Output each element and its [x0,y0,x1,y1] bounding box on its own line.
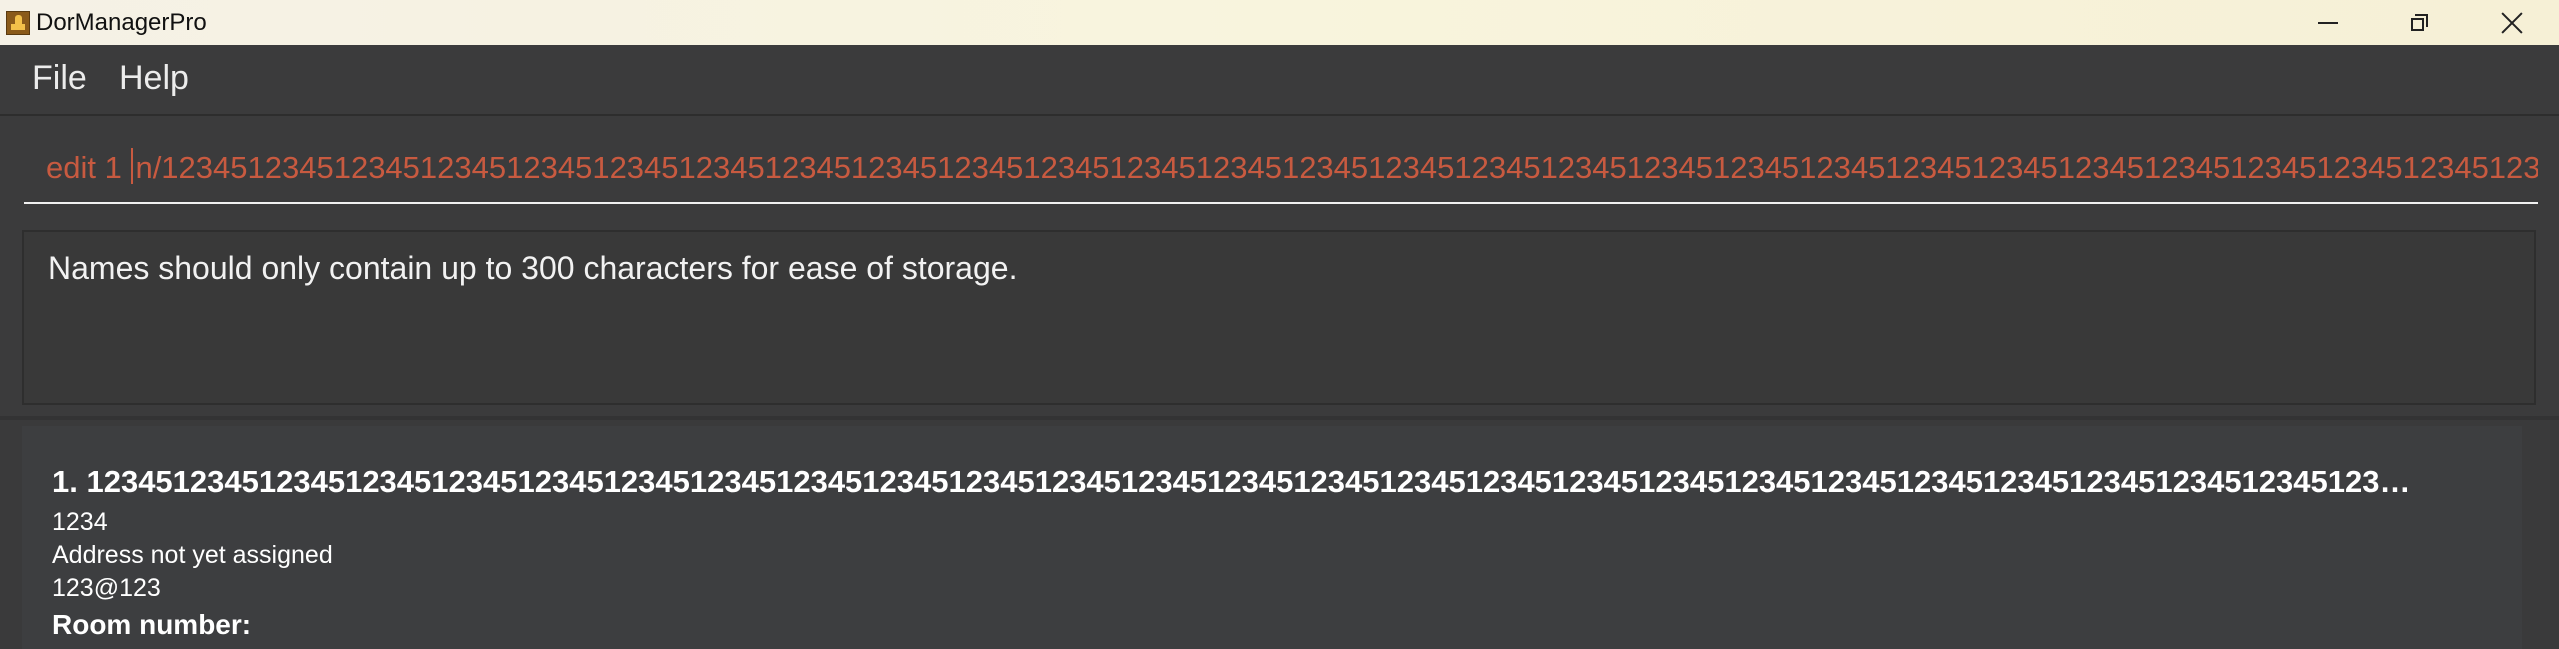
person-list-panel: 1. 1234512345123451234512345123451234512… [0,420,2559,649]
app-window: DorManagerPro File Help edit 1 n/1234512… [0,0,2559,649]
person-phone: 1234 [52,508,108,536]
result-display[interactable]: Names should only contain up to 300 char… [22,230,2536,405]
close-icon [2501,12,2523,34]
result-message: Names should only contain up to 300 char… [48,250,1018,286]
command-box-panel: edit 1 n/1234512345123451234512345123451… [0,116,2559,226]
menu-file[interactable]: File [32,59,87,98]
window-title: DorManagerPro [36,9,207,36]
person-name: 1. 1234512345123451234512345123451234512… [52,464,2411,499]
command-prefix: edit 1 [46,150,131,185]
command-text: edit 1 n/1234512345123451234512345123451… [46,148,2538,186]
title-bar: DorManagerPro [0,0,2559,45]
restore-icon [2411,13,2429,32]
minimize-icon [2318,21,2338,24]
person-address: Address not yet assigned [52,541,333,569]
text-caret [131,148,134,184]
command-input[interactable]: edit 1 n/1234512345123451234512345123451… [24,138,2538,204]
list-scroll-area [2525,426,2559,649]
restore-button[interactable] [2374,0,2466,45]
person-card[interactable]: 1. 1234512345123451234512345123451234512… [22,426,2522,649]
result-display-panel: Names should only contain up to 300 char… [0,226,2559,416]
person-email: 123@123 [52,574,161,602]
person-room-label: Room number: [52,609,252,640]
close-button[interactable] [2466,0,2558,45]
minimize-button[interactable] [2282,0,2374,45]
app-logo-icon [6,11,30,35]
command-value: n/12345123451234512345123451234512345123… [135,150,2538,185]
menu-help[interactable]: Help [119,59,189,98]
menu-bar: File Help [0,45,2559,116]
